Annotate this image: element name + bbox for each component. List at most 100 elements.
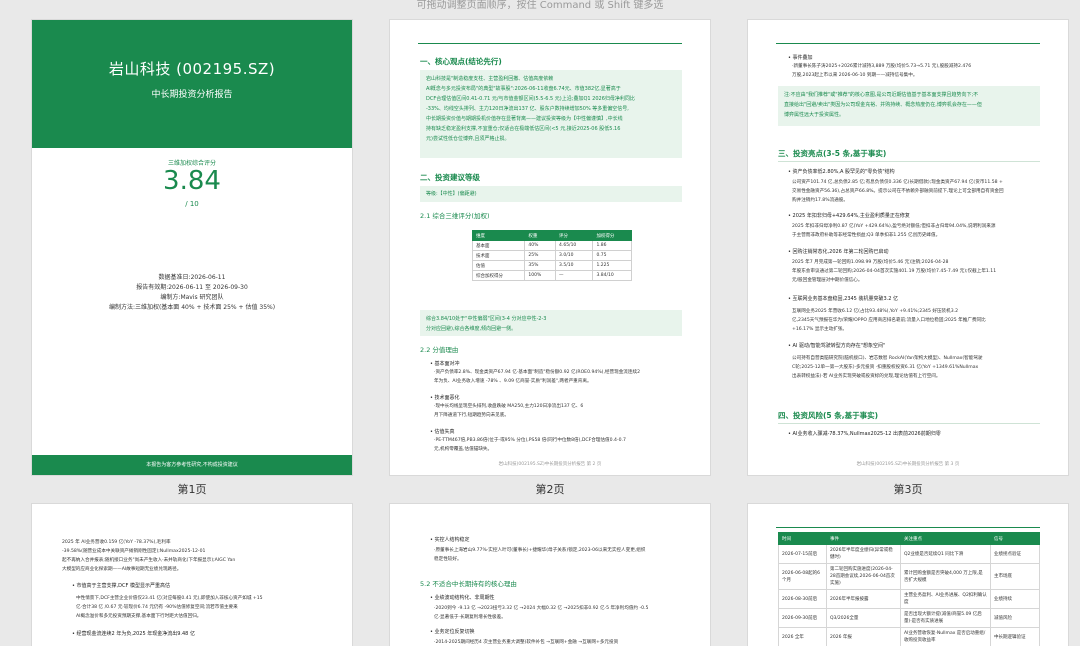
bullet-heading: • 经营现金流连续2 年为负,2025 年现金净流出9.48 亿 bbox=[72, 631, 195, 637]
table-cell: 3.0/10 bbox=[555, 250, 594, 261]
body-line: 亿·合计38 亿 /0.67 元·较现价6.74 元仍有 -90%估值修复空间;… bbox=[76, 605, 238, 610]
table-cell: 1.86 bbox=[592, 240, 632, 251]
bullet-heading: • 实控人结构稳定 bbox=[430, 537, 470, 543]
table-cell: 25% bbox=[524, 250, 557, 261]
page-label-3: 第3页 bbox=[893, 483, 923, 496]
box-line: 元)尝试性低仓位博弈,且须严格止损。 bbox=[426, 136, 510, 142]
table-cell: 2026-06-08起的6 个月 bbox=[778, 563, 827, 590]
table-header: 关注重点 bbox=[900, 532, 991, 545]
box-line: 综合3.84/10处于"中性偏弱"区间(3-4 分对应中性-2-3 bbox=[426, 316, 547, 322]
box-line: 岩山科技是"制造稳度支柱、主营盈利回撤、估值高度依赖 bbox=[426, 76, 554, 82]
bullet-heading: • 资产负债率低2.80%,A 股罕见的"零负债"结构 bbox=[788, 169, 895, 175]
bullet-body: 2025 年扣非归母净利0.87 亿(YoY +429.64%),盈亏绝对额低;… bbox=[792, 222, 1046, 240]
cover-meta: 数据基准日:2026-06-11 报告有效期:2026-06-11 至 2026… bbox=[32, 273, 352, 313]
score-summary-box: 综合3.84/10处于"中性偏弱"区间(3-4 分对应中性-2-3 分对应回避)… bbox=[420, 310, 682, 336]
bullet-text: 基本面对冲 bbox=[434, 361, 460, 367]
bullet-body: ·PE-TTM467倍,PB3.86倍(位于-或95% 分位),PS58 倍(同… bbox=[434, 436, 684, 454]
bullet-text: 资产负债率低2.80%,A 股罕见的"零负债"结构 bbox=[792, 169, 895, 175]
table-cell: 业绩拐点验证 bbox=[990, 544, 1040, 564]
table-cell: — bbox=[555, 270, 594, 281]
body-line: +16.17% 显示主动扩张。 bbox=[792, 327, 847, 332]
meta-line: 编制方:Mavis 研究团队 bbox=[160, 294, 224, 301]
table-header: 权重 bbox=[524, 230, 557, 241]
body-line: 大模型的应商业化探索期——AI故事短期无业绩兑现路径。 bbox=[62, 567, 182, 572]
table-cell: 中长期逻辑验证 bbox=[990, 627, 1040, 646]
meta-line: 报告有效期:2026-06-11 至 2026-09-30 bbox=[136, 284, 248, 291]
bullet-body: ·现中长均线呈现空头排列,收盘跌破 MA250,主力120日净流出137 亿、6… bbox=[434, 402, 684, 420]
page-thumbnail-3[interactable]: • 事件叠加 ·新董事长陈子涛2025+2026累计减持3,889 万股(均价5… bbox=[748, 20, 1068, 475]
bullet-text: 经营现金流连续2 年为负,2025 年现金净流出9.48 亿 bbox=[76, 631, 195, 637]
cover-header: 岩山科技 (002195.SZ) 中长期投资分析报告 bbox=[32, 20, 352, 148]
section-title: 四、投资风险(5 条,基于事实) bbox=[778, 411, 879, 420]
table-cell: 技术面 bbox=[471, 250, 526, 261]
top-rule bbox=[776, 527, 1040, 528]
bullet-text: 2025 年扣非归母+429.64%,主业盈利质量正在修复 bbox=[792, 213, 910, 219]
body-line: ·现中长均线呈现空头排列,收盘跌破 MA250,主力120日净流出137 亿、6 bbox=[434, 404, 584, 409]
table-cell: 2026年半年报披露 bbox=[826, 589, 901, 609]
body-line: 元,机构零覆盖,估值锚缺失。 bbox=[434, 447, 493, 452]
bullet-text: 估值失真 bbox=[434, 429, 455, 435]
reorder-hint: 可拖动调整页面顺序，按住 Command 或 Shift 键多选 bbox=[416, 0, 664, 11]
table-cell: 是否出现大额计提(减值/商誉5.09 亿后量)·是否有实质进展 bbox=[900, 608, 991, 628]
body-line: 月下降通道下行,短期趋势向未见底。 bbox=[434, 413, 509, 418]
page-label-2: 第2页 bbox=[535, 483, 565, 496]
body-line: ·资产负债率2.8%、现金类资产67.94 亿·基本面"制造"稳份额0.92 亿… bbox=[434, 370, 641, 375]
body-line: 起不再纳入合并报表;随机接口业务"尚未产生收入·未并轨商化(下年报显示);AIG… bbox=[62, 558, 236, 563]
bullet-heading: • 回购注销常态化,2026 年第二轮回购已启动 bbox=[788, 249, 889, 255]
cover-footer: 本报告为客方参考性研究,不构成投资建议 bbox=[32, 455, 352, 475]
bullet-body: 中性情景下,DCF主营企业价值仅23.41 亿(对应每股0.41 元),即使加入… bbox=[76, 594, 330, 621]
bullet-heading: • AI 驱动/智能驾驶转型方向存在"想象空间" bbox=[788, 343, 886, 349]
table-cell: 2026 全年 bbox=[778, 627, 827, 646]
table-row: 2026-06-08起的6 个月 第二轮回购实施进度(2026-04-28首期会… bbox=[778, 563, 1040, 590]
section-title: 一、核心观点(结论先行) bbox=[420, 57, 502, 66]
page-thumbnail-2[interactable]: 一、核心观点(结论先行) 岩山科技是"制造稳度支柱、主营盈利回撤、估值高度依赖 … bbox=[390, 20, 710, 475]
page-label-1: 第1页 bbox=[177, 483, 207, 496]
body-line: ·2020到今 -9.13 亿 →2023扭亏3.32 亿 →2024 大幅0.… bbox=[434, 606, 649, 611]
bullet-text: 技术面恶化 bbox=[434, 395, 460, 401]
table-header: 维度 bbox=[471, 230, 526, 241]
note-box: 注:不应由"我们推荐"或"推荐"的核心意图,是公司近期估值基于基本面支撑且趋势向… bbox=[778, 86, 1040, 126]
bullet-body: ·资产负债率2.8%、现金类资产67.94 亿·基本面"制造"稳份额0.92 亿… bbox=[434, 368, 684, 386]
bullet-text: 实控人结构稳定 bbox=[434, 537, 470, 543]
table-cell: 100% bbox=[524, 270, 557, 281]
body-line: 元/股回金管理层对中期价值信心。 bbox=[792, 278, 863, 283]
body-line: 中性情景下,DCF主营企业价值仅23.41 亿(对应每股0.41 元),即使加入… bbox=[76, 596, 263, 601]
table-cell: 第二轮回购实施进度(2026-04-28首期会议续,2026-06-04首次实施… bbox=[826, 563, 901, 590]
bullet-text: 互联网业务基本盘稳固,2345 装机量突破3.2 亿 bbox=[792, 296, 898, 302]
subsection-title: 2.1 综合三维评分(加权) bbox=[420, 212, 490, 220]
box-line: 直接给出"回避/卖出"类因为公司现金充裕、并购持续、概念热度仍在,博弈机会存在—… bbox=[784, 102, 982, 108]
body-line: 年为负、AI业务收入增速 -78% 、9.09 亿商誉·实质"利润差",两者严重… bbox=[434, 379, 592, 384]
table-header: 事件 bbox=[826, 532, 901, 545]
page-thumbnail-1[interactable]: 岩山科技 (002195.SZ) 中长期投资分析报告 三维加权综合评分 3.84… bbox=[32, 20, 352, 475]
page-thumbnail-5[interactable]: • 实控人结构稳定 ·原董事长上海岩山9.77%·实控人叶可(董事长)+捷耀华(… bbox=[390, 504, 710, 646]
score-max: / 10 bbox=[185, 200, 199, 208]
conclusion-box: 岩山科技是"制造稳度支柱、主营盈利回撤、估值高度依赖 AI概念与多元投资布局"的… bbox=[420, 70, 682, 158]
bullet-text: 市值高于主营支撑,DCF 模型显示严重高估 bbox=[76, 583, 170, 589]
bullet-text: 回购注销常态化,2026 年第二轮回购已启动 bbox=[792, 249, 889, 255]
body-line: ·PE-TTM467倍,PB3.86倍(位于-或95% 分位),PS58 倍(同… bbox=[434, 438, 626, 443]
table-header: 信号 bbox=[990, 532, 1040, 545]
table-header: 时间 bbox=[778, 532, 827, 545]
body-line: 稳定性较好。 bbox=[434, 557, 462, 562]
top-rule bbox=[776, 43, 1040, 44]
box-line: 中长期投资价值与期期投机价值存在显著背离——建议投资等级为【中性偏谨慎】,中长线 bbox=[426, 116, 623, 122]
bullet-body: ·原董事长上海岩山9.77%·实控人叶可(董事长)+捷耀华(母子关系)锁定,20… bbox=[434, 546, 688, 564]
table-cell: 2026年半年度业绩归(异常或稳健时) bbox=[826, 544, 901, 564]
table-row: 技术面 25% 3.0/10 0.75 bbox=[471, 250, 632, 261]
table-row: 估值 35% 3.5/10 1.225 bbox=[471, 260, 632, 271]
box-line: AI概念与多元投资布局"的典型"故事股":2026-06-11收盘6.74元、市… bbox=[426, 86, 621, 92]
bullet-body: ·2014-2025期间经历4 次主营业务重大调整(软件补包 →互联网+金融 →… bbox=[434, 638, 688, 646]
bullet-body: ·2020到今 -9.13 亿 →2023扭亏3.32 亿 →2024 大幅0.… bbox=[434, 604, 688, 622]
page-thumbnail-6[interactable]: 时间 事件 关注重点 信号 2026-07-15前后 2026年半年度业绩归(异… bbox=[748, 504, 1068, 646]
rating-box: 等级:【中性】(偏距避) bbox=[420, 186, 682, 202]
table-row: 基本面 40% 4.65/10 1.86 bbox=[471, 240, 632, 251]
bullet-text: 事件叠加 bbox=[792, 55, 813, 61]
page-footer: 岩山科技(002195.SZ)中长期投资分析报告 第 2 页 bbox=[498, 462, 602, 467]
body-line: -39.58%(随营业成本中关联资产摊销刚性固定);Nullmax2025-12… bbox=[62, 549, 206, 554]
bullet-heading: • AI业务收入骤减-78.37%,Nullmax2025-12 出表前2026… bbox=[788, 431, 941, 437]
table-cell: 累计回购金额是否突破4,000 万上限,是否扩大规模 bbox=[900, 563, 991, 590]
body-line: 于主营而非政府补助等非经常性损益;Q3 单季扣非1.255 亿创历史峰值。 bbox=[792, 233, 941, 238]
page-thumbnail-4[interactable]: 2025 年 AI业务营收0.159 亿(YoY -78.37%),毛利率 -3… bbox=[32, 504, 352, 646]
table-header: 加权得分 bbox=[592, 230, 632, 241]
subsection-title: 5.2 不适合中长期持有的核心理由 bbox=[420, 580, 517, 588]
